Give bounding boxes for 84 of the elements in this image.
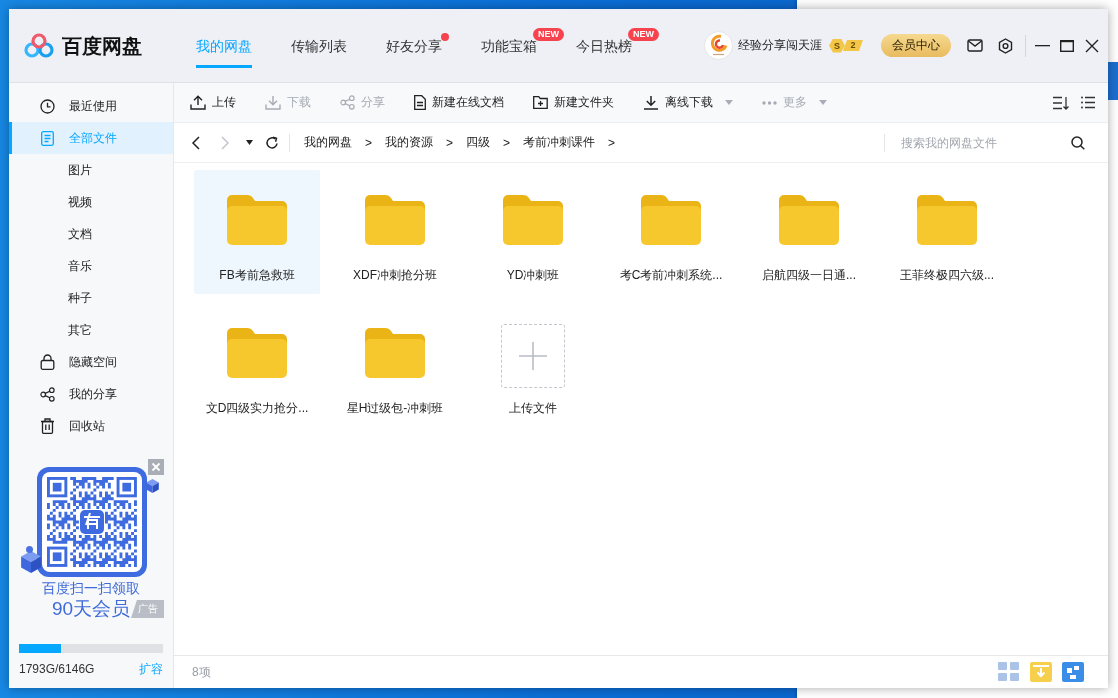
item-count: 8项 — [192, 663, 211, 681]
avatar-icon[interactable] — [704, 31, 733, 60]
sidebar-subitem[interactable]: 种子 — [9, 282, 173, 314]
more-icon — [762, 100, 777, 105]
folder-icon — [365, 195, 425, 245]
folder-plus-icon — [533, 96, 548, 109]
folder-icon — [641, 195, 701, 245]
vip-center-button[interactable]: 会员中心 — [881, 34, 951, 57]
clock-icon — [40, 98, 55, 114]
breadcrumb-link[interactable]: 四级 — [466, 134, 491, 151]
search-field[interactable]: 搜索我的网盘文件 — [901, 133, 1061, 152]
upload-tile[interactable]: 上传文件 — [470, 303, 596, 427]
toolbar-button[interactable]: 上传 — [190, 90, 236, 115]
sidebar-item[interactable]: 最近使用 — [9, 90, 173, 122]
list-view-icon[interactable] — [1081, 96, 1095, 109]
new-badge: NEW — [628, 28, 659, 41]
maximize-icon[interactable] — [1060, 39, 1074, 52]
sidebar-subitem[interactable]: 视频 — [9, 186, 173, 218]
sidebar-item[interactable]: 回收站 — [9, 410, 173, 442]
caret-icon[interactable] — [246, 140, 253, 145]
breadcrumb-separator: > — [608, 135, 616, 150]
folder-icon — [365, 328, 425, 378]
folder-item[interactable]: 文D四级实力抢分... — [194, 303, 320, 427]
app-tile-icon[interactable] — [1062, 662, 1084, 682]
toolbar-button[interactable]: 新建在线文档 — [414, 90, 504, 115]
folder-item[interactable]: 星H过级包-冲刺班 — [332, 303, 458, 427]
upload-icon — [190, 95, 206, 110]
breadcrumb-link[interactable]: 我的网盘 — [304, 134, 352, 151]
ad-tag: 广告 — [131, 600, 164, 618]
folder-icon — [779, 195, 839, 245]
folder-item[interactable]: FB考前急救班 — [194, 170, 320, 294]
close-icon[interactable] — [1085, 38, 1099, 53]
folder-item[interactable]: 考C考前冲刺系统... — [608, 170, 734, 294]
folder-item[interactable]: XDF冲刺抢分班 — [332, 170, 458, 294]
sort-icon[interactable] — [1053, 95, 1069, 110]
folder-icon — [227, 328, 287, 378]
breadcrumb-link[interactable]: 考前冲刺课件 — [523, 134, 596, 151]
document-icon — [414, 95, 426, 110]
plus-icon — [519, 342, 547, 370]
folder-icon — [227, 195, 287, 245]
breadcrumb-separator: > — [503, 135, 511, 150]
storage-usage: 1793G/6146G — [19, 661, 95, 677]
sidebar-item[interactable]: 隐藏空间 — [9, 346, 173, 378]
nav-tab[interactable]: 好友分享 — [386, 36, 442, 68]
level-badge: S 2 — [829, 38, 863, 53]
sidebar-subitem[interactable]: 其它 — [9, 314, 173, 346]
document-icon — [40, 130, 55, 146]
breadcrumb-link[interactable]: 我的资源 — [385, 134, 433, 151]
text-highlight — [1108, 62, 1118, 100]
refresh-icon[interactable] — [265, 135, 279, 150]
sphere-icon — [26, 546, 33, 553]
ad-title: 90天会员 — [51, 598, 131, 620]
folder-icon — [503, 195, 563, 245]
share-icon — [40, 386, 55, 402]
cube-icon — [20, 551, 42, 573]
minimize-icon[interactable] — [1035, 44, 1050, 47]
mail-icon[interactable] — [967, 39, 983, 52]
sidebar-item[interactable]: 我的分享 — [9, 378, 173, 410]
folder-icon — [917, 195, 977, 245]
sidebar-subitem[interactable]: 文档 — [9, 218, 173, 250]
sidebar-subitem[interactable]: 图片 — [9, 154, 173, 186]
search-icon[interactable] — [1071, 135, 1085, 150]
download-icon — [643, 95, 659, 110]
ad-text: 百度扫一扫领取 — [42, 579, 140, 597]
nav-tab[interactable]: 传输列表 — [291, 36, 347, 68]
new-badge: NEW — [533, 28, 564, 41]
breadcrumb-separator: > — [446, 135, 454, 150]
settings-icon[interactable] — [998, 37, 1013, 54]
share-icon — [340, 95, 355, 110]
folder-item[interactable]: YD冲刺班 — [470, 170, 596, 294]
folder-item[interactable]: 启航四级一日通... — [746, 170, 872, 294]
breadcrumb-separator: > — [365, 135, 372, 150]
cloud-logo-icon — [24, 32, 54, 59]
sidebar-subitem[interactable]: 音乐 — [9, 250, 173, 282]
back-icon[interactable] — [191, 135, 200, 150]
toolbar-button[interactable]: 新建文件夹 — [533, 90, 614, 115]
trash-icon — [40, 418, 55, 434]
folder-item[interactable]: 王菲终极四六级... — [884, 170, 1010, 294]
toolbar-button[interactable]: 离线下载 — [643, 90, 733, 115]
cube-icon — [146, 479, 159, 493]
user-name[interactable]: 经验分享闯天涯 — [738, 37, 822, 54]
app-name: 百度网盘 — [62, 33, 142, 59]
lock-icon — [40, 354, 55, 370]
download-icon — [265, 95, 281, 110]
